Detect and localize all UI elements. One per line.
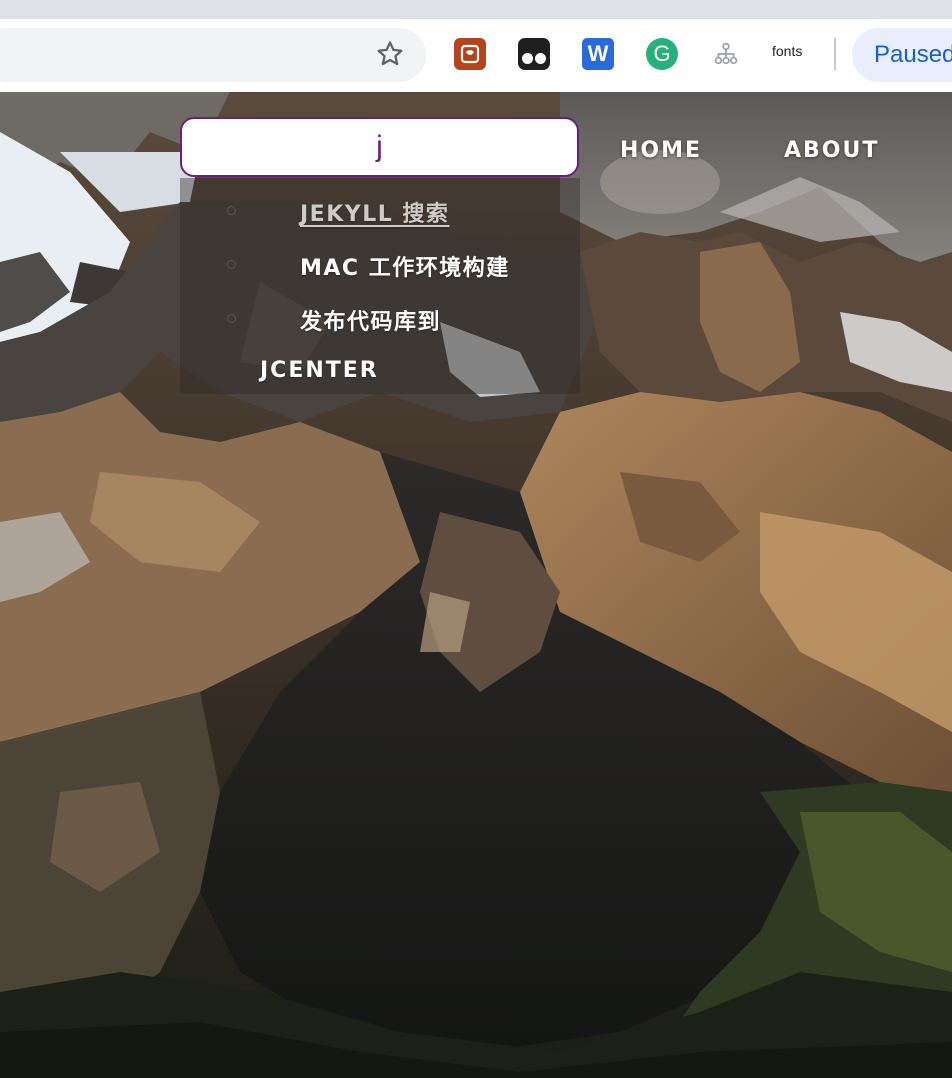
search-result-link[interactable]: 发布代码库到	[300, 304, 441, 336]
search-result-link[interactable]: JEKYLL 搜索	[300, 196, 449, 228]
extension-orange-icon[interactable]	[453, 37, 487, 71]
address-bar[interactable]	[0, 28, 426, 82]
grammarly-icon[interactable]: G	[645, 37, 679, 71]
web-page: HOME ABOUT JEKYLL 搜索 MAC 工作环境构建 发布代码库到 J…	[0, 92, 952, 1078]
tab-strip	[0, 0, 952, 19]
list-bullet	[227, 314, 236, 323]
list-bullet	[227, 260, 236, 269]
search-input[interactable]	[180, 117, 579, 177]
search-result-link[interactable]: MAC 工作环境构建	[300, 250, 510, 282]
profile-paused-button[interactable]: Paused	[852, 28, 952, 82]
fonts-extension-label[interactable]: fonts	[772, 43, 802, 59]
sitemap-icon[interactable]	[709, 37, 743, 71]
browser-toolbar: W G fonts Paused	[0, 0, 952, 92]
nav-about-link[interactable]: ABOUT	[784, 138, 879, 163]
nav-home-link[interactable]: HOME	[620, 138, 702, 163]
search-result-link-continuation[interactable]: JCENTER	[260, 358, 379, 383]
toolbar-divider	[834, 38, 836, 70]
extension-eyes-icon[interactable]	[517, 37, 551, 71]
search-results-list: JEKYLL 搜索 MAC 工作环境构建 发布代码库到 JCENTER	[180, 178, 580, 394]
list-bullet	[227, 206, 236, 215]
bookmark-star-icon[interactable]	[374, 38, 406, 70]
extension-w-icon[interactable]: W	[581, 37, 615, 71]
